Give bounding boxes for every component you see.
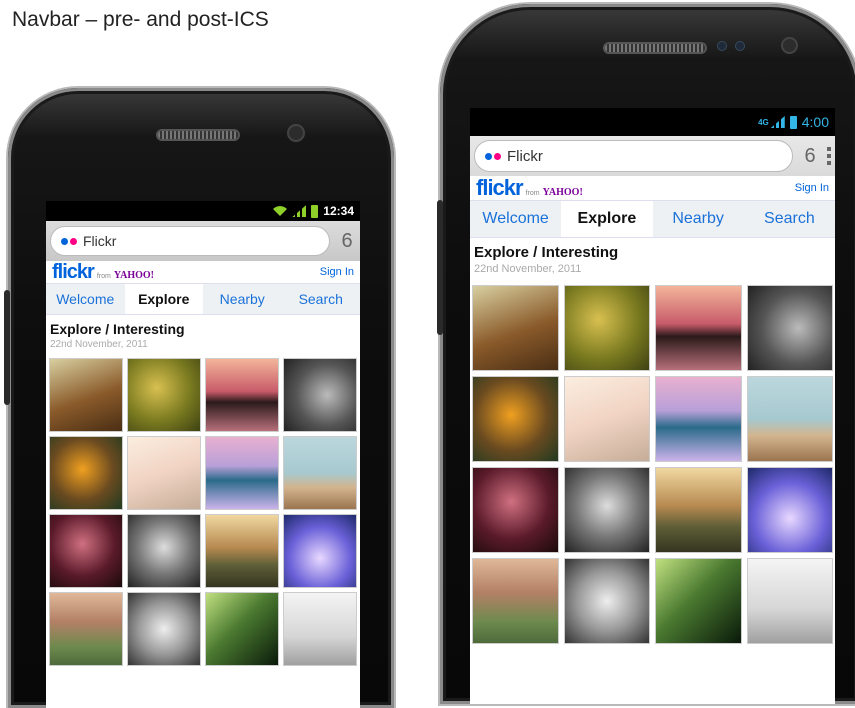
site-header: flickr from YAHOO! Sign In xyxy=(46,261,360,283)
section-date: 22nd November, 2011 xyxy=(474,263,582,275)
photo-thumbnail[interactable] xyxy=(655,285,742,371)
flickr-dots-icon xyxy=(61,237,77,245)
flickr-logo[interactable]: flickr from YAHOO! xyxy=(52,261,154,284)
photo-thumbnail[interactable] xyxy=(127,358,201,432)
browser-url-bar: Flickr 6 xyxy=(470,136,835,176)
url-text: Flickr xyxy=(83,233,117,249)
section-title: Explore / Interesting xyxy=(50,321,185,337)
sign-in-link[interactable]: Sign In xyxy=(320,266,354,278)
photo-thumbnail[interactable] xyxy=(127,592,201,666)
status-bar: 4G 4:00 xyxy=(470,108,835,136)
wifi-icon xyxy=(273,206,288,216)
phone-right: 4G 4:00 Flickr 6 flickr from YAHOO! Sign… xyxy=(440,4,855,704)
screen-right: 4G 4:00 Flickr 6 flickr from YAHOO! Sign… xyxy=(470,108,835,704)
url-field[interactable]: Flickr xyxy=(474,140,793,172)
status-time: 12:34 xyxy=(323,204,354,218)
tab-explore[interactable]: Explore xyxy=(124,284,203,314)
photo-thumbnail[interactable] xyxy=(746,558,833,644)
photo-thumbnail[interactable] xyxy=(746,285,833,371)
tab-count-icon[interactable]: 6 xyxy=(797,145,823,168)
front-camera-icon xyxy=(783,39,796,52)
photo-thumbnail[interactable] xyxy=(655,558,742,644)
photo-thumbnail[interactable] xyxy=(49,592,123,666)
photo-grid xyxy=(470,275,835,644)
overflow-menu-icon[interactable] xyxy=(823,147,835,165)
screen-left: 12:34 Flickr 6 flickr from YAHOO! Sign I… xyxy=(46,201,360,708)
logo-yahoo: YAHOO! xyxy=(542,187,583,198)
nav-tabs: Welcome Explore Nearby Search xyxy=(470,200,835,238)
light-sensor-icon xyxy=(736,42,744,50)
earpiece-speaker xyxy=(605,44,705,52)
earpiece-speaker xyxy=(158,131,238,139)
photo-thumbnail[interactable] xyxy=(205,592,279,666)
photo-thumbnail[interactable] xyxy=(472,285,559,371)
photo-thumbnail[interactable] xyxy=(49,514,123,588)
proximity-sensor-icon xyxy=(718,42,726,50)
photo-thumbnail[interactable] xyxy=(49,436,123,510)
photo-thumbnail[interactable] xyxy=(472,558,559,644)
photo-thumbnail[interactable] xyxy=(283,358,357,432)
flickr-logo[interactable]: flickr from YAHOO! xyxy=(476,175,583,201)
photo-thumbnail[interactable] xyxy=(205,436,279,510)
side-volume-button xyxy=(4,290,10,405)
status-time: 4:00 xyxy=(801,114,829,130)
photo-thumbnail[interactable] xyxy=(655,376,742,462)
photo-thumbnail[interactable] xyxy=(205,358,279,432)
photo-thumbnail[interactable] xyxy=(746,376,833,462)
photo-thumbnail[interactable] xyxy=(283,592,357,666)
tab-count-icon[interactable]: 6 xyxy=(334,230,360,253)
tab-welcome[interactable]: Welcome xyxy=(46,284,125,314)
site-header: flickr from YAHOO! Sign In xyxy=(470,175,835,201)
url-field[interactable]: Flickr xyxy=(50,226,330,256)
front-camera-icon xyxy=(289,126,303,140)
photo-thumbnail[interactable] xyxy=(563,467,650,553)
photo-thumbnail[interactable] xyxy=(283,514,357,588)
tab-nearby[interactable]: Nearby xyxy=(653,201,744,237)
photo-thumbnail[interactable] xyxy=(49,358,123,432)
browser-url-bar: Flickr 6 xyxy=(46,221,360,261)
battery-icon xyxy=(789,115,797,129)
side-volume-button xyxy=(437,200,443,335)
tab-search[interactable]: Search xyxy=(744,201,835,237)
section-title: Explore / Interesting xyxy=(474,244,619,261)
logo-from: from xyxy=(96,272,111,280)
photo-thumbnail[interactable] xyxy=(655,467,742,553)
tab-search[interactable]: Search xyxy=(282,284,361,314)
tab-explore[interactable]: Explore xyxy=(561,201,653,237)
flickr-dots-icon xyxy=(485,152,501,160)
photo-thumbnail[interactable] xyxy=(563,558,650,644)
status-bar: 12:34 xyxy=(46,201,360,221)
photo-thumbnail[interactable] xyxy=(563,376,650,462)
url-text: Flickr xyxy=(507,147,543,165)
photo-thumbnail[interactable] xyxy=(472,467,559,553)
photo-thumbnail[interactable] xyxy=(746,467,833,553)
signal-icon xyxy=(292,205,307,217)
battery-icon xyxy=(311,204,319,218)
signal-icon xyxy=(770,116,785,128)
logo-text: flickr xyxy=(476,175,524,200)
photo-thumbnail[interactable] xyxy=(127,514,201,588)
tab-nearby[interactable]: Nearby xyxy=(203,284,282,314)
nav-tabs: Welcome Explore Nearby Search xyxy=(46,283,360,315)
photo-grid xyxy=(46,350,360,666)
tab-welcome[interactable]: Welcome xyxy=(470,201,561,237)
network-type-badge: 4G xyxy=(758,117,769,127)
sign-in-link[interactable]: Sign In xyxy=(795,182,829,194)
photo-thumbnail[interactable] xyxy=(127,436,201,510)
logo-text: flickr xyxy=(52,260,95,283)
photo-thumbnail[interactable] xyxy=(563,285,650,371)
phone-left: 12:34 Flickr 6 flickr from YAHOO! Sign I… xyxy=(8,88,394,708)
section-date: 22nd November, 2011 xyxy=(50,339,148,350)
photo-thumbnail[interactable] xyxy=(472,376,559,462)
slide-title: Navbar – pre- and post-ICS xyxy=(12,8,269,31)
logo-from: from xyxy=(525,190,540,197)
photo-thumbnail[interactable] xyxy=(283,436,357,510)
photo-thumbnail[interactable] xyxy=(205,514,279,588)
logo-yahoo: YAHOO! xyxy=(113,269,155,281)
